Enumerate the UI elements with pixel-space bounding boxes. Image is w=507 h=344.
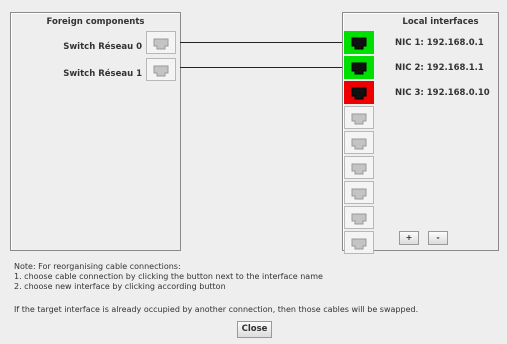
ethernet-port-icon (351, 213, 367, 224)
ethernet-port-icon (153, 65, 169, 76)
note-heading: Note: For reorganising cable connections… (14, 262, 181, 271)
ethernet-port-icon (351, 113, 367, 124)
nic-1-port-button[interactable] (344, 31, 374, 54)
empty-interface-slot-button[interactable] (344, 156, 374, 179)
switch-0-label: Switch Réseau 0 (63, 42, 142, 52)
empty-interface-slot-button[interactable] (344, 131, 374, 154)
empty-interface-slot-button[interactable] (344, 206, 374, 229)
ethernet-port-icon (153, 38, 169, 49)
add-interface-button[interactable]: + (399, 231, 419, 245)
local-interfaces-title: Local interfaces (402, 17, 479, 27)
nic-1-label: NIC 1: 192.168.0.1 (395, 38, 484, 48)
ethernet-port-icon (351, 163, 367, 174)
ethernet-port-icon (351, 62, 367, 74)
local-interfaces-panel: Local interfaces + - NIC 1: 192.168.0.1 N… (342, 12, 499, 254)
empty-interface-slot-button[interactable] (344, 231, 374, 254)
empty-interface-slot-button[interactable] (344, 106, 374, 129)
cable-switch1-nic2 (180, 67, 343, 68)
note-step-2: 2. choose new interface by clicking acco… (14, 282, 226, 291)
foreign-components-title: Foreign components (46, 17, 145, 27)
close-button[interactable]: Close (237, 321, 272, 338)
note-swap-info: If the target interface is already occup… (14, 305, 419, 314)
switch-0-port-button[interactable] (146, 31, 176, 54)
remove-interface-button[interactable]: - (428, 231, 448, 245)
switch-1-label: Switch Réseau 1 (63, 69, 142, 79)
switch-1-port-button[interactable] (146, 58, 176, 81)
foreign-components-panel: Foreign components Switch Réseau 0 Switc… (10, 12, 181, 251)
ethernet-port-icon (351, 138, 367, 149)
note-step-1: 1. choose cable connection by clicking t… (14, 272, 323, 281)
ethernet-port-icon (351, 87, 367, 99)
nic-3-port-button[interactable] (344, 81, 374, 104)
empty-interface-slot-button[interactable] (344, 181, 374, 204)
ethernet-port-icon (351, 188, 367, 199)
ethernet-port-icon (351, 238, 367, 249)
cable-switch0-nic1 (180, 42, 343, 43)
ethernet-port-icon (351, 37, 367, 49)
nic-2-label: NIC 2: 192.168.1.1 (395, 63, 484, 73)
nic-3-label: NIC 3: 192.168.0.10 (395, 88, 490, 98)
nic-2-port-button[interactable] (344, 56, 374, 79)
